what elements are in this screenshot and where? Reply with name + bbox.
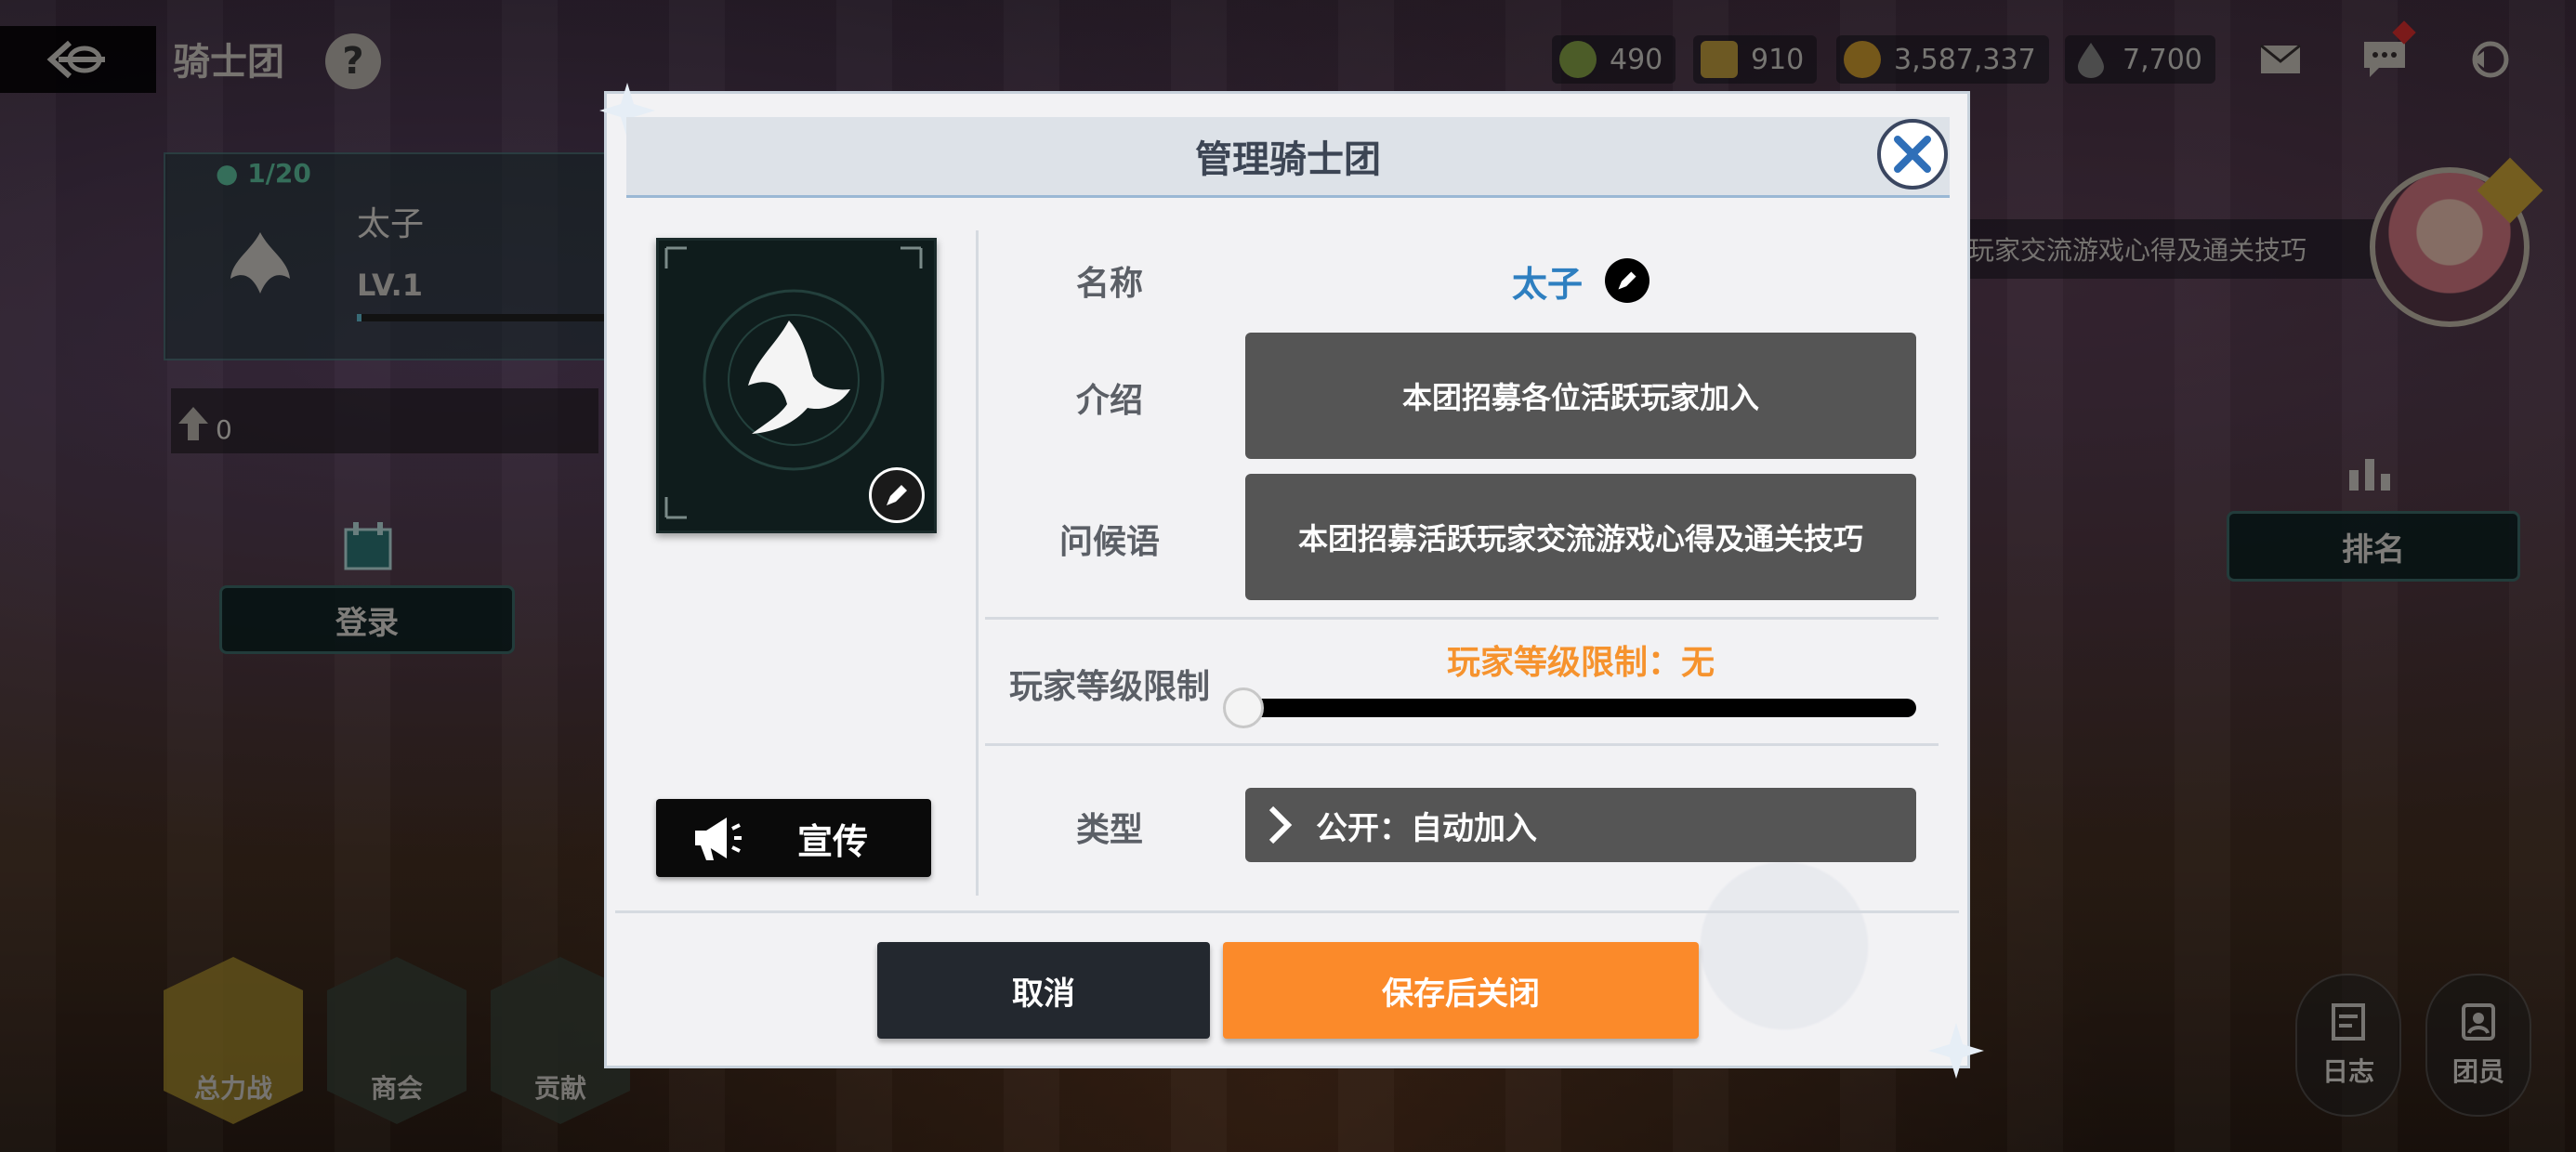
intro-label: 介绍 bbox=[1075, 382, 1143, 420]
intro-value: 本团招募各位活跃玩家加入 bbox=[1401, 380, 1759, 415]
type-selector[interactable]: 公开：自动加入 bbox=[1245, 788, 1916, 862]
row-divider bbox=[985, 617, 1939, 620]
vertical-divider bbox=[976, 230, 979, 896]
greeting-field[interactable]: 本团招募活跃玩家交流游戏心得及通关技巧 bbox=[1245, 474, 1916, 600]
level-limit-label: 玩家等级限制 bbox=[1008, 668, 1210, 706]
pencil-icon bbox=[887, 485, 907, 505]
close-button[interactable] bbox=[1877, 119, 1948, 190]
guild-name-value: 太子 bbox=[1511, 263, 1583, 305]
greeting-label: 问候语 bbox=[1058, 523, 1160, 561]
footer-divider bbox=[615, 910, 1959, 913]
type-label: 类型 bbox=[1075, 811, 1143, 849]
name-label: 名称 bbox=[1075, 265, 1143, 303]
cancel-button[interactable]: 取消 bbox=[877, 942, 1210, 1039]
save-label: 保存后关闭 bbox=[1382, 975, 1540, 1013]
corner-star-icon bbox=[1924, 1018, 1989, 1083]
megaphone-icon bbox=[695, 818, 742, 860]
guild-name-field: 太子 bbox=[1245, 253, 1916, 308]
dialog-title: 管理骑士团 bbox=[1195, 138, 1381, 181]
row-divider bbox=[985, 743, 1939, 746]
slider-thumb[interactable] bbox=[1223, 687, 1264, 728]
greeting-value: 本团招募活跃玩家交流游戏心得及通关技巧 bbox=[1297, 521, 1863, 556]
guild-emblem[interactable] bbox=[656, 238, 937, 533]
type-value: 公开：自动加入 bbox=[1316, 809, 1537, 847]
level-limit-value: 玩家等级限制：无 bbox=[1446, 644, 1715, 682]
promote-label: 宣传 bbox=[797, 820, 869, 862]
emblem-edit-button[interactable] bbox=[869, 467, 925, 523]
promote-button[interactable]: 宣传 bbox=[656, 799, 931, 877]
close-icon bbox=[1894, 136, 1931, 173]
level-limit-slider[interactable] bbox=[1245, 699, 1916, 717]
intro-field[interactable]: 本团招募各位活跃玩家加入 bbox=[1245, 333, 1916, 459]
name-edit-button[interactable] bbox=[1605, 258, 1649, 303]
pencil-icon bbox=[1618, 271, 1636, 290]
chevron-right-icon bbox=[1268, 805, 1293, 844]
save-and-close-button[interactable]: 保存后关闭 bbox=[1223, 942, 1699, 1039]
cancel-label: 取消 bbox=[1012, 975, 1075, 1013]
